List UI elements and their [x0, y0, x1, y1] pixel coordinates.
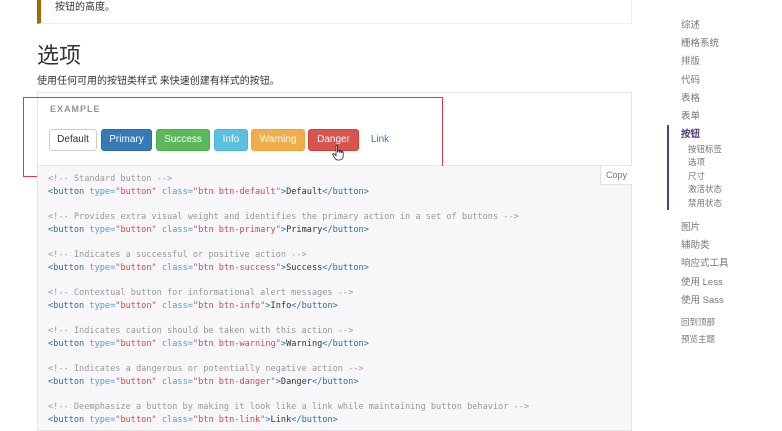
sidebar-subitem[interactable]: 激活状态	[688, 183, 722, 195]
primary-button[interactable]: Primary	[101, 129, 152, 151]
default-button[interactable]: Default	[49, 129, 97, 151]
success-button[interactable]: Success	[156, 129, 210, 151]
sidebar-item[interactable]: 使用 Sass	[681, 292, 724, 306]
sidebar-subitem[interactable]: 按钮标签	[688, 143, 722, 155]
code-button-line: <button type="button" class="btn btn-pri…	[48, 224, 369, 235]
section-title: 选项	[37, 43, 82, 68]
sidebar-subitem[interactable]: 选项	[688, 156, 705, 168]
danger-button[interactable]: Danger	[308, 129, 359, 151]
code-comment: <!-- Indicates a successful or positive …	[48, 250, 307, 260]
info-button[interactable]: Info	[214, 129, 248, 151]
sidebar-item[interactable]: 表单	[681, 108, 700, 122]
example-label: EXAMPLE	[50, 104, 101, 114]
code-button-line: <button type="button" class="btn btn-war…	[48, 338, 369, 349]
copy-button[interactable]: Copy	[600, 166, 632, 185]
sidebar-item[interactable]: 综述	[681, 17, 700, 31]
warning-button[interactable]: Warning	[251, 129, 305, 151]
code-comment: <!-- Indicates caution should be taken w…	[48, 326, 354, 336]
sidebar-item[interactable]: 栅格系统	[681, 35, 719, 49]
code-button-line: <button type="button" class="btn btn-inf…	[48, 300, 338, 311]
section-description: 使用任何可用的按钮类样式 来快速创建有样式的按钮。	[37, 76, 280, 87]
code-comment: <!-- Standard button -->	[48, 174, 173, 184]
code-button-line: <button type="button" class="btn btn-suc…	[48, 262, 369, 273]
sidebar-item[interactable]: 代码	[681, 72, 700, 86]
code-comment: <!-- Deemphasize a button by making it l…	[48, 402, 530, 412]
sidebar-subitem[interactable]: 禁用状态	[688, 197, 722, 209]
code-block	[37, 166, 632, 431]
code-comment: <!-- Provides extra visual weight and id…	[48, 212, 519, 222]
sidebar-item[interactable]: 辅助类	[681, 237, 710, 251]
sidebar-item[interactable]: 图片	[681, 219, 700, 233]
sidebar-item[interactable]: 按钮	[681, 126, 700, 140]
back-to-top-link[interactable]: 回到顶部	[681, 316, 715, 328]
code-button-line: <button type="button" class="btn btn-def…	[48, 186, 369, 197]
preview-theme-link[interactable]: 预览主题	[681, 333, 715, 345]
code-comment: <!-- Indicates a dangerous or potentiall…	[48, 364, 364, 374]
sidebar-item[interactable]: 表格	[681, 90, 700, 104]
link-button[interactable]: Link	[362, 129, 398, 151]
sidebar-item[interactable]: 响应式工具	[681, 255, 729, 269]
callout-text: 按钮的高度。	[55, 2, 115, 13]
sidebar-subitem[interactable]: 尺寸	[688, 170, 705, 182]
sidebar-item[interactable]: 使用 Less	[681, 274, 723, 288]
callout-box: 按钮的高度。	[37, 0, 632, 24]
code-button-line: <button type="button" class="btn btn-dan…	[48, 376, 359, 387]
code-button-line: <button type="button" class="btn btn-lin…	[48, 414, 338, 425]
sidebar-item[interactable]: 排版	[681, 53, 700, 67]
code-comment: <!-- Contextual button for informational…	[48, 288, 354, 298]
sidebar-active-indicator	[667, 125, 669, 210]
